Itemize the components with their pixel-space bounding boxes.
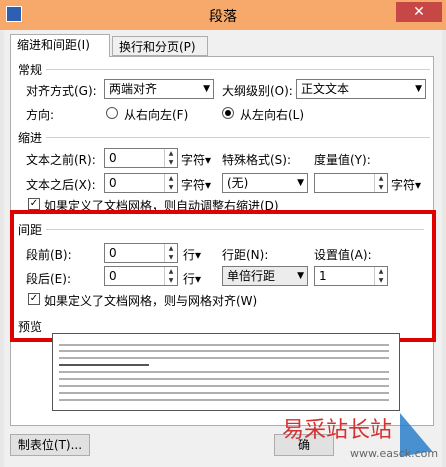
ltr-label: 从左向右(L) — [240, 108, 305, 122]
indent-before-label: 文本之前(R): — [26, 153, 96, 167]
title-bar: 段落 ✕ — [0, 0, 446, 30]
spinner-arrows-icon[interactable]: ▲ ▼ — [164, 149, 177, 167]
preview-line — [59, 378, 389, 380]
indent-after-value: 0 — [109, 176, 117, 190]
outline-value: 正文文本 — [301, 82, 350, 96]
tab-stops-button[interactable]: 制表位(T)... — [10, 434, 90, 456]
outline-label: 大纲级别(O): — [222, 84, 293, 98]
section-indent: 缩进 — [18, 131, 43, 145]
close-button[interactable]: ✕ — [396, 2, 442, 22]
section-preview: 预览 — [18, 320, 43, 334]
measure-unit[interactable]: 字符▾ — [391, 176, 421, 193]
direction-label: 方向: — [26, 108, 55, 122]
indent-after-spinner[interactable]: 0 ▲ ▼ — [104, 173, 178, 193]
watermark-url: www.easck.com — [350, 447, 438, 460]
indent-before-unit[interactable]: 字符▾ — [181, 151, 211, 168]
measure-spinner[interactable]: ▲ ▼ — [314, 173, 388, 193]
watermark: 易采站长站 www.easck.com — [282, 413, 438, 460]
tab-line-page-breaks[interactable]: 换行和分页(P) — [112, 36, 208, 56]
indent-after-unit[interactable]: 字符▾ — [181, 176, 211, 193]
preview-line — [59, 350, 389, 352]
divider — [46, 69, 430, 70]
preview-pane — [52, 333, 400, 411]
preview-line — [59, 357, 389, 359]
section-general: 常规 — [18, 63, 43, 77]
rtl-label: 从右向左(F) — [124, 108, 189, 122]
divider — [46, 137, 430, 138]
measure-label: 度量值(Y): — [314, 153, 371, 167]
preview-line — [59, 399, 389, 401]
window-title: 段落 — [209, 9, 237, 25]
indent-before-value: 0 — [109, 151, 117, 165]
ltr-radio[interactable] — [222, 107, 234, 119]
special-format-select[interactable]: (无) ▼ — [222, 173, 308, 193]
special-format-label: 特殊格式(S): — [222, 153, 292, 167]
chevron-down-icon: ▼ — [203, 84, 210, 94]
tab-indent-spacing[interactable]: 缩进和间距(I) — [10, 34, 110, 57]
preview-line — [59, 364, 149, 366]
spinner-arrows-icon[interactable]: ▲ ▼ — [164, 174, 177, 192]
rtl-radio[interactable] — [106, 107, 118, 119]
watermark-text: 易采站长站 — [282, 418, 392, 443]
indent-after-label: 文本之后(X): — [26, 178, 96, 192]
spinner-arrows-icon[interactable]: ▲ ▼ — [374, 174, 387, 192]
preview-line — [59, 371, 389, 373]
preview-line — [59, 344, 389, 346]
chevron-down-icon: ▼ — [415, 84, 422, 94]
alignment-label: 对齐方式(G): — [26, 84, 97, 98]
special-format-value: (无) — [227, 176, 249, 190]
indent-before-spinner[interactable]: 0 ▲ ▼ — [104, 148, 178, 168]
alignment-select[interactable]: 两端对齐 ▼ — [104, 79, 214, 99]
chevron-down-icon: ▼ — [297, 178, 304, 188]
alignment-value: 两端对齐 — [109, 82, 158, 96]
preview-line — [59, 392, 389, 394]
outline-select[interactable]: 正文文本 ▼ — [296, 79, 426, 99]
indent-grid-checkbox[interactable]: ✓ — [28, 198, 40, 210]
preview-line — [59, 385, 389, 387]
spacing-highlight-box — [10, 210, 436, 342]
